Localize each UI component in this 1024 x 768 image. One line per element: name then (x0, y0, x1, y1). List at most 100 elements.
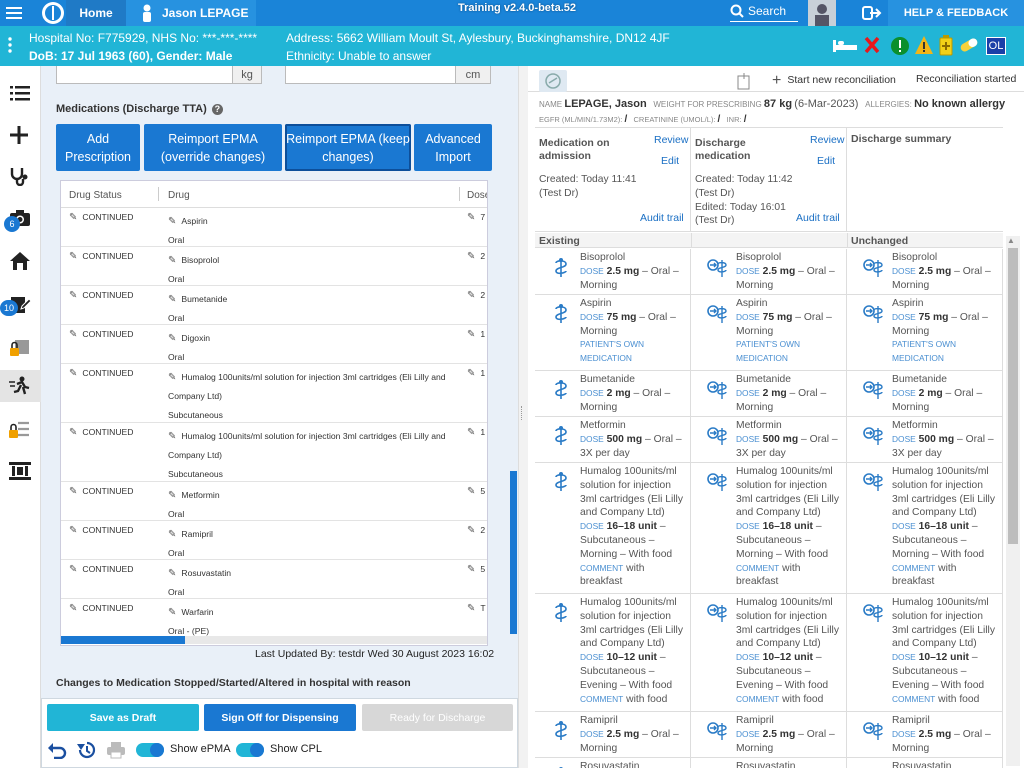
table-row[interactable]: ✎ CONTINUED ✎ Metformin Oral ✎ 5 (61, 482, 487, 524)
edit-pencil-icon[interactable]: ✎ (69, 368, 77, 379)
dose-cell[interactable]: ✎ T (467, 603, 486, 614)
edit-pencil-icon[interactable]: ✎ (168, 333, 176, 344)
edit-pencil-icon[interactable]: ✎ (467, 564, 475, 575)
drug-status[interactable]: ✎ CONTINUED (69, 290, 133, 301)
table-row[interactable]: ✎ CONTINUED ✎ Digoxin Oral ✎ 1 (61, 325, 487, 367)
drug-status[interactable]: ✎ CONTINUED (69, 564, 133, 575)
col-discharge-review[interactable]: Review (810, 134, 844, 146)
show-cpl-toggle[interactable] (236, 743, 264, 757)
recon-cell[interactable]: Humalog 100units/ml solution for injecti… (847, 463, 1003, 593)
recon-cell[interactable]: Metformin DOSE 500 mg – Oral – 3X per day (535, 417, 691, 462)
left-scrollbar-thumb[interactable] (510, 471, 517, 634)
drug-status[interactable]: ✎ CONTINUED (69, 251, 133, 262)
recon-row[interactable]: Bumetanide DOSE 2 mg – Oral – Morning Bume… (535, 371, 1003, 417)
add-doc-icon[interactable] (736, 72, 752, 95)
undo-icon[interactable] (47, 741, 67, 764)
header-dose[interactable]: Dose (467, 190, 487, 201)
drug-status[interactable]: ✎ CONTINUED (69, 329, 133, 340)
edit-pencil-icon[interactable]: ✎ (467, 603, 475, 614)
drug-cell[interactable]: ✎ Rosuvastatin Oral (168, 564, 453, 602)
drug-cell[interactable]: ✎ Humalog 100units/ml solution for inject… (168, 427, 453, 484)
drug-status[interactable]: ✎ CONTINUED (69, 486, 133, 497)
avatar[interactable] (808, 0, 836, 26)
recon-cell[interactable]: Ramipril DOSE 2.5 mg – Oral – Morning (847, 712, 1003, 757)
edit-pencil-icon[interactable]: ✎ (467, 251, 475, 262)
drug-cell[interactable]: ✎ Digoxin Oral (168, 329, 453, 367)
transfer-medication-icon[interactable] (862, 257, 886, 284)
edit-pencil-icon[interactable]: ✎ (467, 525, 475, 536)
edit-pencil-icon[interactable]: ✎ (168, 607, 176, 618)
help-feedback-button[interactable]: HELP & FEEDBACK (888, 0, 1024, 26)
drug-status[interactable]: ✎ CONTINUED (69, 368, 133, 379)
advanced-import-button[interactable]: Advanced Import (414, 124, 492, 171)
col-admission-review[interactable]: Review (654, 134, 688, 146)
dose-cell[interactable]: ✎ 1 (467, 368, 485, 379)
recon-tab[interactable] (539, 70, 567, 92)
recon-cell[interactable]: Bisoprolol DOSE 2.5 mg – Oral – Morning (691, 249, 847, 294)
table-row[interactable]: ✎ CONTINUED ✎ Aspirin Oral ✎ 7 (61, 208, 487, 247)
medication-icon[interactable] (550, 303, 572, 330)
edit-pencil-icon[interactable]: ✎ (69, 251, 77, 262)
home-icon[interactable] (9, 251, 31, 276)
table-row[interactable]: ✎ CONTINUED ✎ Warfarin Oral - (PE) ✎ T (61, 599, 487, 638)
user-tab[interactable]: Jason LEPAGE (126, 0, 256, 26)
dose-cell[interactable]: ✎ 1 (467, 329, 485, 340)
transfer-medication-icon[interactable] (862, 720, 886, 747)
dose-cell[interactable]: ✎ 2 (467, 251, 485, 262)
drug-status[interactable]: ✎ CONTINUED (69, 603, 133, 614)
drug-status[interactable]: ✎ CONTINUED (69, 427, 133, 438)
drug-status[interactable]: ✎ CONTINUED (69, 525, 133, 536)
recon-cell[interactable]: Humalog 100units/ml solution for injecti… (535, 463, 691, 593)
recon-cell[interactable]: Rosuvastatin (691, 758, 847, 768)
pill-icon[interactable] (958, 36, 980, 59)
transfer-medication-icon[interactable] (706, 257, 730, 284)
edit-pencil-icon[interactable]: ✎ (467, 486, 475, 497)
bed-icon[interactable] (832, 36, 858, 59)
horizontal-scrollbar[interactable] (61, 636, 487, 644)
recon-cell[interactable]: Humalog 100units/ml solution for injecti… (847, 594, 1003, 711)
recon-cell[interactable]: Humalog 100units/ml solution for injecti… (535, 594, 691, 711)
history-icon[interactable] (76, 740, 96, 765)
add-icon[interactable] (10, 126, 28, 149)
stethoscope-icon[interactable] (9, 166, 29, 191)
show-epma-toggle[interactable] (136, 743, 164, 757)
battery-icon[interactable] (938, 34, 954, 61)
medication-icon[interactable] (550, 425, 572, 452)
transfer-medication-icon[interactable] (862, 602, 886, 629)
col-discharge-edit[interactable]: Edit (817, 155, 835, 167)
alert-x-icon[interactable] (864, 36, 880, 59)
scroll-up-icon[interactable]: ▲ (1007, 236, 1015, 245)
transfer-medication-icon[interactable] (706, 425, 730, 452)
recon-cell[interactable]: Bumetanide DOSE 2 mg – Oral – Morning (691, 371, 847, 416)
recon-cell[interactable]: Aspirin DOSE 75 mg – Oral – Morning PATIEN… (691, 295, 847, 370)
recon-cell[interactable]: Rosuvastatin (847, 758, 1003, 768)
edit-pencil-icon[interactable]: ✎ (168, 490, 176, 501)
menu-icon[interactable] (6, 0, 22, 26)
right-scrollbar-thumb[interactable] (1008, 248, 1018, 544)
dose-cell[interactable]: ✎ 2 (467, 525, 485, 536)
warning-circle-icon[interactable] (890, 36, 910, 61)
transfer-medication-icon[interactable] (706, 379, 730, 406)
drag-handle[interactable] (521, 406, 524, 420)
recon-cell[interactable]: Bisoprolol DOSE 2.5 mg – Oral – Morning (847, 249, 1003, 294)
drug-cell[interactable]: ✎ Bisoprolol Oral (168, 251, 453, 289)
drug-cell[interactable]: ✎ Metformin Oral (168, 486, 453, 524)
edit-pencil-icon[interactable]: ✎ (467, 427, 475, 438)
right-scrollbar[interactable]: ▲ (1006, 236, 1020, 766)
transfer-medication-icon[interactable] (862, 303, 886, 330)
edit-pencil-icon[interactable]: ✎ (467, 329, 475, 340)
pane-splitter[interactable] (510, 66, 528, 768)
sign-off-button[interactable]: Sign Off for Dispensing (204, 704, 356, 731)
add-prescription-button[interactable]: Add Prescription (56, 124, 140, 171)
medication-icon[interactable] (550, 257, 572, 284)
recon-row[interactable]: Metformin DOSE 500 mg – Oral – 3X per day… (535, 417, 1003, 463)
col-admission-edit[interactable]: Edit (661, 155, 679, 167)
warning-triangle-icon[interactable] (914, 35, 934, 60)
table-row[interactable]: ✎ CONTINUED ✎ Bisoprolol Oral ✎ 2 (61, 247, 487, 289)
print-icon[interactable] (106, 741, 126, 764)
edit-pencil-icon[interactable]: ✎ (69, 427, 77, 438)
table-row[interactable]: ✎ CONTINUED ✎ Ramipril Oral ✎ 2 (61, 521, 487, 560)
edit-pencil-icon[interactable]: ✎ (168, 431, 176, 442)
medication-icon[interactable] (550, 602, 572, 629)
save-draft-button[interactable]: Save as Draft (47, 704, 199, 731)
